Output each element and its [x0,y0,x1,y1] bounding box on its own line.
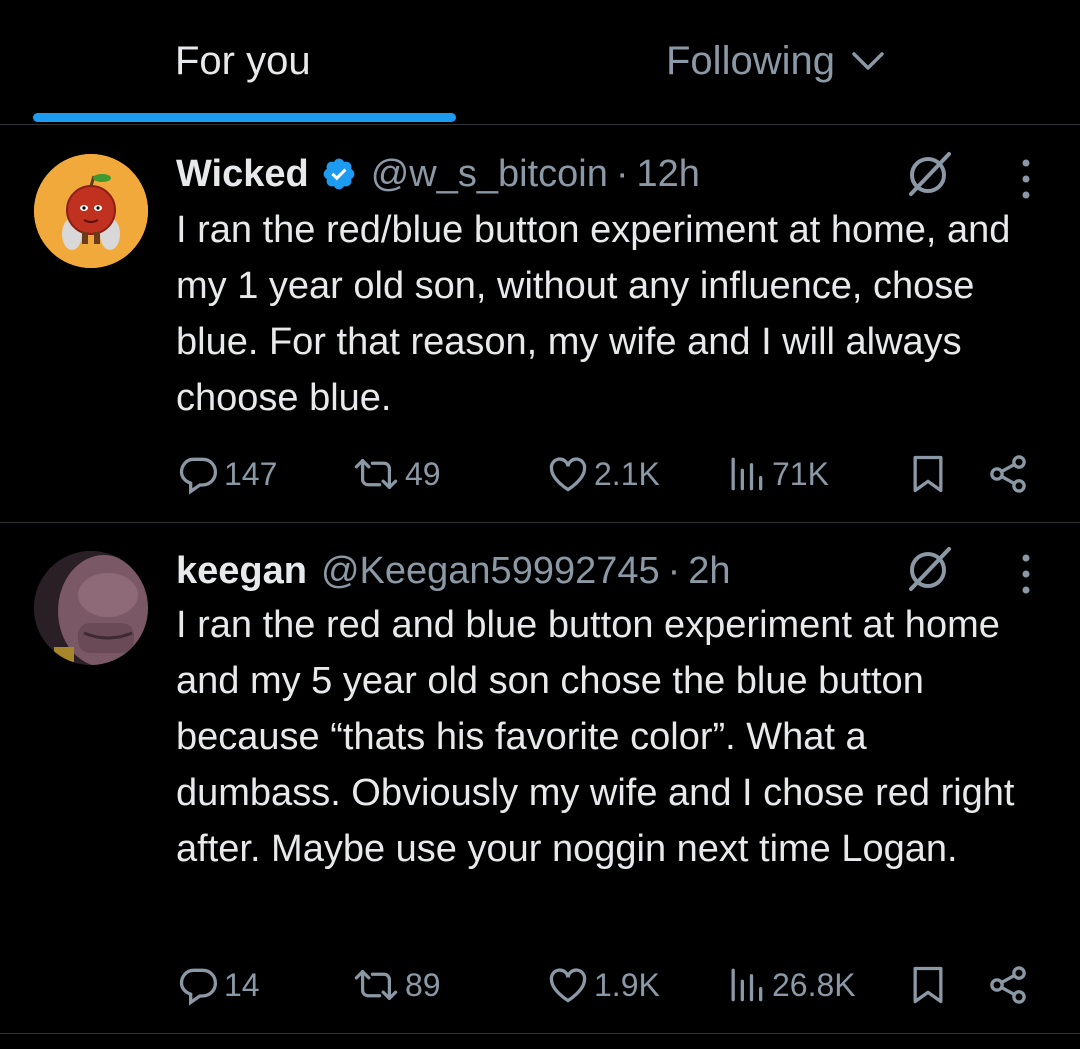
share-button[interactable] [986,448,1030,500]
apple-character-avatar-image [34,154,148,268]
repost-button[interactable]: 89 [351,959,441,1011]
bookmark-icon [913,966,943,1004]
reply-count: 14 [224,966,260,1003]
repost-count: 49 [405,455,441,492]
chevron-down-icon [852,52,884,70]
timestamp[interactable]: 2h [688,549,730,593]
author-handle[interactable]: @Keegan59992745 [321,549,660,593]
bookmark-button[interactable] [906,959,950,1011]
views-count: 71K [772,455,829,492]
active-tab-indicator [33,113,456,122]
heart-icon [549,457,587,492]
tweet-header: Wicked @w_s_bitcoin · 12h [176,152,700,196]
tweet-actions: 147 49 2.1K 71K [176,448,1036,500]
tab-following-label: Following [666,39,835,83]
tweet-text: I ran the red and blue button experiment… [176,604,1015,870]
avatar[interactable] [34,154,148,268]
reply-button[interactable]: 147 [176,448,277,500]
thanos-avatar-image [34,551,148,665]
views-button[interactable]: 26.8K [724,959,856,1011]
repost-count: 89 [405,966,441,1003]
tweet[interactable]: Wicked @w_s_bitcoin · 12h I ran the red/… [0,126,1080,523]
share-icon [990,966,1026,1004]
timeline-tabs: For you Following [0,0,1080,125]
views-button[interactable]: 71K [724,448,829,500]
timestamp[interactable]: 12h [637,152,700,196]
tab-following[interactable]: Following [666,38,885,84]
tab-for-you[interactable]: For you [175,38,311,84]
repost-icon [354,459,398,489]
reply-button[interactable]: 14 [176,959,260,1011]
more-options-icon[interactable] [1016,156,1036,202]
reply-count: 147 [224,455,278,492]
author-handle[interactable]: @w_s_bitcoin [371,152,608,196]
repost-icon [354,970,398,1000]
tweet-text: I ran the red/blue button experiment at … [176,209,1011,419]
reply-icon [179,968,218,1006]
bookmark-icon [913,455,943,493]
views-icon [731,457,763,491]
like-button[interactable]: 1.9K [546,959,660,1011]
separator-dot: · [667,550,681,592]
tweet[interactable]: keegan @Keegan59992745 · 2h I ran the re… [0,523,1080,1034]
grok-icon[interactable] [903,148,955,200]
bookmark-button[interactable] [906,448,950,500]
views-count: 26.8K [772,966,856,1003]
share-button[interactable] [986,959,1030,1011]
like-count: 2.1K [594,455,660,492]
grok-icon[interactable] [903,543,955,595]
tweet-header: keegan @Keegan59992745 · 2h [176,549,731,593]
like-count: 1.9K [594,966,660,1003]
like-button[interactable]: 2.1K [546,448,660,500]
more-options-icon[interactable] [1016,551,1036,597]
verified-badge-icon [321,156,357,192]
repost-button[interactable]: 49 [351,448,441,500]
author-name[interactable]: Wicked [176,152,309,196]
reply-icon [179,457,218,495]
author-name[interactable]: keegan [176,549,307,593]
avatar[interactable] [34,551,148,665]
heart-icon [549,968,587,1003]
separator-dot: · [615,153,629,195]
share-icon [990,455,1026,493]
views-icon [731,968,763,1002]
tweet-actions: 14 89 1.9K 26.8K [176,959,1036,1011]
